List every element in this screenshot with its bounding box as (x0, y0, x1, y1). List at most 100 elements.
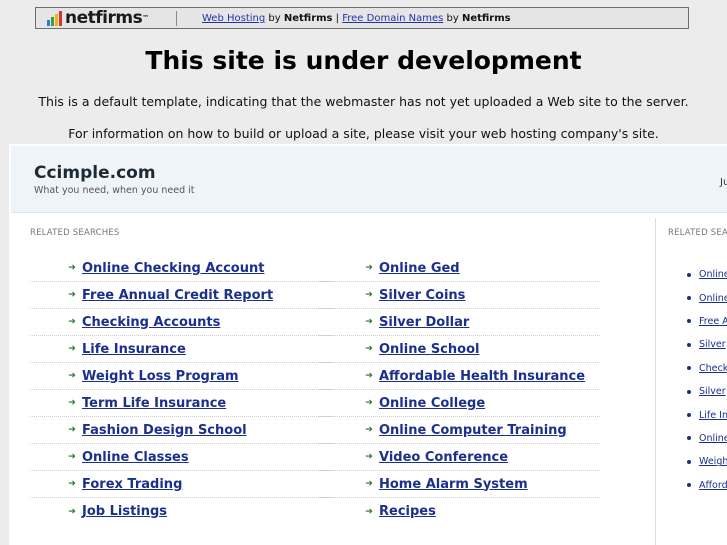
sidebar-link[interactable]: Silver (699, 386, 726, 397)
search-result-link[interactable]: Weight Loss Program (82, 369, 239, 384)
bullet-icon (687, 342, 691, 347)
column-divider (655, 218, 656, 545)
banner-separator (176, 11, 177, 26)
arrow-icon: ➔ (68, 344, 76, 354)
sidebar-related-searches: RELATED SEA Online Online Free A Silver Chec… (657, 218, 727, 545)
arrow-icon: ➔ (365, 317, 373, 327)
search-result-link[interactable]: Fashion Design School (82, 423, 247, 438)
search-result-link[interactable]: Term Life Insurance (82, 396, 226, 411)
sidebar-heading: RELATED SEA (668, 228, 727, 238)
sidebar-item: Online (687, 263, 727, 286)
related-searches-heading: RELATED SEARCHES (30, 228, 120, 238)
sidebar-link[interactable]: Afford (699, 480, 727, 491)
result-row: ➔ Video Conference (318, 444, 600, 471)
result-row: ➔ Home Alarm System (318, 471, 600, 498)
sidebar-item: Online (687, 427, 727, 450)
arrow-icon: ➔ (365, 398, 373, 408)
sidebar-item: Check (687, 357, 727, 380)
arrow-icon: ➔ (365, 263, 373, 273)
result-row: ➔ Silver Dollar (318, 309, 600, 336)
arrow-icon: ➔ (68, 479, 76, 489)
related-searches-panel: RELATED SEARCHES ➔ Online Checking Accoun… (9, 218, 654, 545)
arrow-icon: ➔ (68, 506, 76, 517)
result-row: ➔ Online College (318, 390, 600, 417)
search-result-link[interactable]: Life Insurance (82, 342, 186, 357)
search-result-link[interactable]: Affordable Health Insurance (379, 369, 585, 384)
search-result-link[interactable]: Online School (379, 342, 479, 357)
sidebar-link[interactable]: Online (699, 269, 727, 280)
sidebar-link[interactable]: Silver (699, 339, 726, 350)
sidebar-item: Silver (687, 380, 727, 403)
result-row: ➔ Online Checking Account (30, 255, 333, 282)
search-result-link[interactable]: Online College (379, 396, 485, 411)
result-row: ➔ Online Ged (318, 255, 600, 282)
arrow-icon: ➔ (365, 506, 373, 517)
parked-domain-frame: Ccimple.com What you need, when you need… (9, 144, 727, 545)
banner-links: Web Hosting by Netfirms | Free Domain Na… (202, 13, 511, 24)
result-row: ➔ Silver Coins (318, 282, 600, 309)
sidebar-link[interactable]: Check (699, 363, 727, 374)
result-row: ➔ Affordable Health Insurance (318, 363, 600, 390)
result-row: ➔ Online Computer Training (318, 417, 600, 444)
search-result-link[interactable]: Forex Trading (82, 477, 182, 492)
search-result-link[interactable]: Online Classes (82, 450, 189, 465)
sidebar-link[interactable]: Life In (699, 410, 727, 421)
hosting-info-notice: For information on how to build or uploa… (68, 126, 659, 141)
search-result-link[interactable]: Home Alarm System (379, 477, 528, 492)
result-row: ➔ Online School (318, 336, 600, 363)
bullet-icon (687, 436, 691, 441)
site-tagline: What you need, when you need it (34, 185, 195, 196)
default-template-notice: This is a default template, indicating t… (38, 94, 689, 109)
site-title[interactable]: Ccimple.com (34, 162, 156, 184)
sidebar-link[interactable]: Weigh (699, 456, 727, 467)
search-result-link[interactable]: Free Annual Credit Report (82, 288, 273, 303)
arrow-icon: ➔ (68, 317, 76, 327)
arrow-icon: ➔ (68, 290, 76, 300)
web-hosting-link[interactable]: Web Hosting (202, 13, 265, 24)
result-row: ➔ Forex Trading (30, 471, 333, 498)
sidebar-link[interactable]: Free A (699, 316, 727, 327)
sidebar-item: Weigh (687, 450, 727, 473)
arrow-icon: ➔ (365, 290, 373, 300)
sidebar-link[interactable]: Online (699, 293, 727, 304)
netfirms-logo-icon (47, 10, 62, 26)
result-row: ➔ Online Classes (30, 444, 333, 471)
bullet-icon (687, 483, 691, 488)
result-row: ➔ Recipes (318, 498, 600, 525)
results-column-left: ➔ Online Checking Account ➔ Free Annual Cre… (30, 255, 333, 525)
result-row: ➔ Term Life Insurance (30, 390, 333, 417)
bullet-icon (687, 389, 691, 394)
search-result-link[interactable]: Recipes (379, 504, 436, 519)
search-result-link[interactable]: Checking Accounts (82, 315, 220, 330)
arrow-icon: ➔ (68, 452, 76, 462)
arrow-icon: ➔ (365, 425, 373, 435)
bullet-icon (687, 459, 691, 464)
bullet-icon (687, 413, 691, 418)
arrow-icon: ➔ (68, 425, 76, 435)
result-row: ➔ Checking Accounts (30, 309, 333, 336)
arrow-icon: ➔ (365, 479, 373, 489)
arrow-icon: ➔ (365, 371, 373, 381)
bullet-icon (687, 319, 691, 324)
header-right-text: Ju (720, 177, 727, 188)
sidebar-list: Online Online Free A Silver Check Silver Life … (687, 263, 727, 497)
search-result-link[interactable]: Online Checking Account (82, 261, 264, 276)
result-row: ➔ Free Annual Credit Report (30, 282, 333, 309)
search-result-link[interactable]: Silver Coins (379, 288, 465, 303)
sidebar-item: Free A (687, 310, 727, 333)
netfirms-logo-text: netfirms™ (65, 8, 149, 28)
sidebar-item: Life In (687, 403, 727, 426)
netfirms-logo[interactable]: netfirms™ (46, 9, 149, 28)
search-result-link[interactable]: Silver Dollar (379, 315, 469, 330)
sidebar-item: Silver (687, 333, 727, 356)
search-result-link[interactable]: Online Computer Training (379, 423, 567, 438)
free-domain-names-link[interactable]: Free Domain Names (342, 13, 443, 24)
search-result-link[interactable]: Online Ged (379, 261, 460, 276)
search-result-link[interactable]: Job Listings (82, 504, 167, 519)
sidebar-link[interactable]: Online (699, 433, 727, 444)
search-result-link[interactable]: Video Conference (379, 450, 508, 465)
bullet-icon (687, 296, 691, 301)
arrow-icon: ➔ (365, 344, 373, 354)
result-row: ➔ Life Insurance (30, 336, 333, 363)
arrow-icon: ➔ (68, 371, 76, 381)
